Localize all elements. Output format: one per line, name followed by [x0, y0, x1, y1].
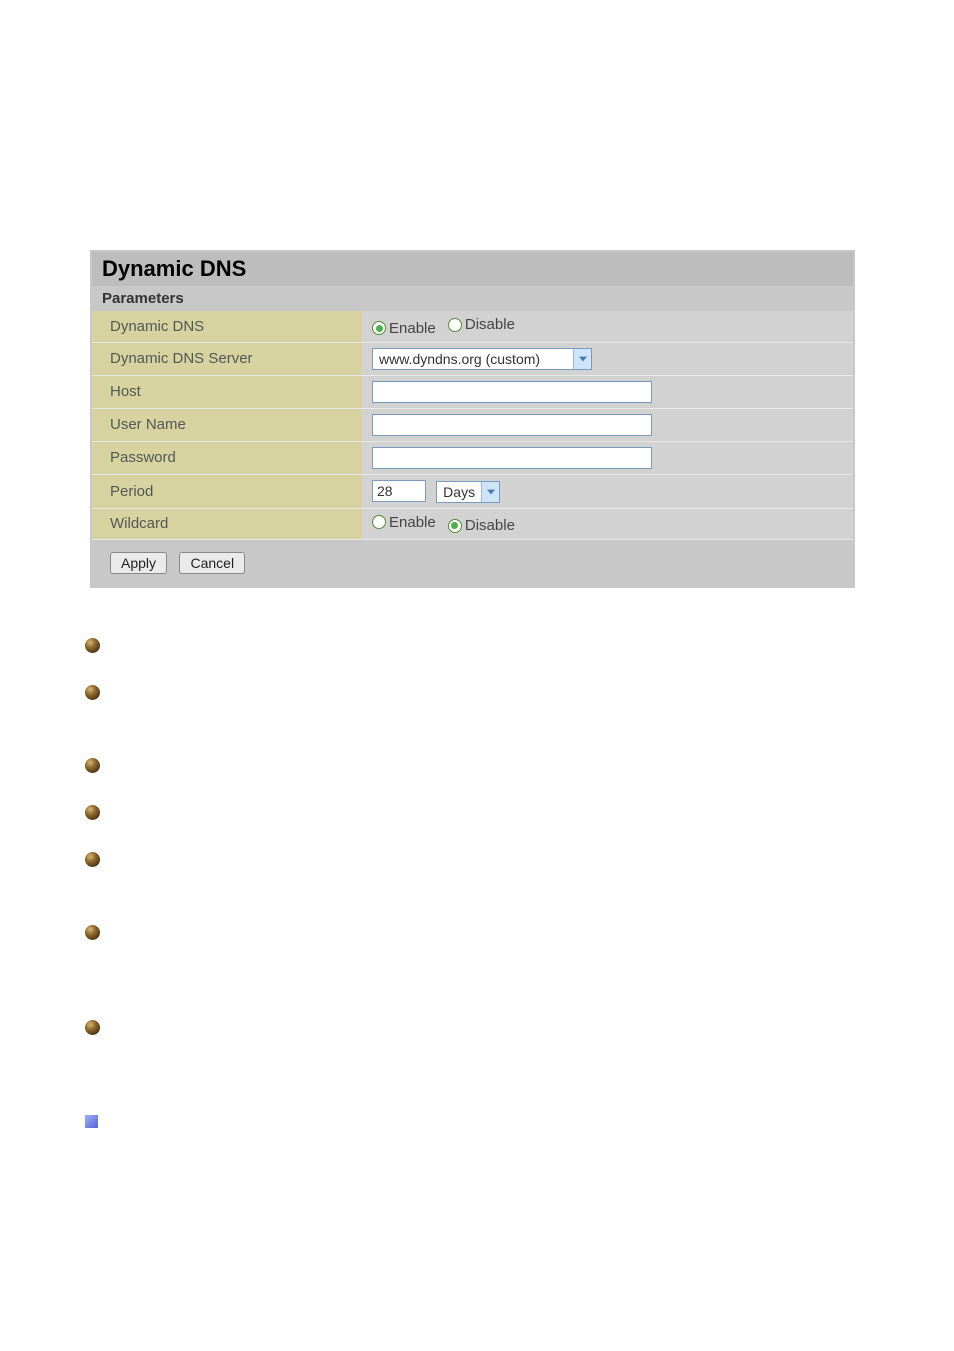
dyndns-enable-radio[interactable]: Enable	[372, 320, 436, 337]
dyndns-label: Dynamic DNS	[92, 311, 362, 342]
button-row: Apply Cancel	[92, 540, 853, 586]
password-value-cell	[362, 441, 853, 474]
dyndns-disable-label: Disable	[465, 316, 515, 333]
dynamic-dns-panel: Dynamic DNS Parameters Dynamic DNS Enabl…	[90, 250, 855, 588]
bullet-icon	[85, 758, 100, 773]
dyndns-enable-label: Enable	[389, 320, 436, 337]
radio-icon	[448, 519, 462, 533]
period-input[interactable]	[372, 480, 426, 502]
wildcard-disable-label: Disable	[465, 517, 515, 534]
host-value-cell	[362, 375, 853, 408]
server-label: Dynamic DNS Server	[92, 342, 362, 375]
dyndns-value-cell: Enable Disable	[362, 311, 853, 342]
wildcard-value-cell: Enable Disable	[362, 508, 853, 540]
parameters-table: Dynamic DNS Enable Disable Dynamic DNS S…	[92, 311, 853, 540]
username-value-cell	[362, 408, 853, 441]
period-label: Period	[92, 474, 362, 508]
period-unit-value: Days	[437, 484, 481, 500]
parameters-subheader: Parameters	[92, 286, 853, 311]
bullet-icon	[85, 805, 100, 820]
radio-icon	[372, 515, 386, 529]
square-bullet-icon	[85, 1115, 98, 1128]
period-unit-select[interactable]: Days	[436, 481, 500, 503]
password-input[interactable]	[372, 447, 652, 469]
bullet-icon	[85, 852, 100, 867]
bullet-icon	[85, 925, 100, 940]
server-select-value: www.dyndns.org (custom)	[373, 351, 573, 367]
period-value-cell: Days	[362, 474, 853, 508]
cancel-button[interactable]: Cancel	[179, 552, 245, 574]
radio-icon	[448, 318, 462, 332]
apply-button[interactable]: Apply	[110, 552, 167, 574]
bullet-icon	[85, 1020, 100, 1035]
username-input[interactable]	[372, 414, 652, 436]
bullet-list	[85, 638, 954, 1128]
bullet-icon	[85, 638, 100, 653]
password-label: Password	[92, 441, 362, 474]
host-input[interactable]	[372, 381, 652, 403]
wildcard-disable-radio[interactable]: Disable	[448, 517, 515, 534]
dyndns-disable-radio[interactable]: Disable	[448, 316, 515, 333]
bullet-icon	[85, 685, 100, 700]
chevron-down-icon	[573, 349, 591, 369]
username-label: User Name	[92, 408, 362, 441]
panel-title: Dynamic DNS	[92, 252, 853, 286]
chevron-down-icon	[481, 482, 499, 502]
wildcard-enable-label: Enable	[389, 514, 436, 531]
host-label: Host	[92, 375, 362, 408]
wildcard-enable-radio[interactable]: Enable	[372, 514, 436, 531]
server-value-cell: www.dyndns.org (custom)	[362, 342, 853, 375]
wildcard-label: Wildcard	[92, 508, 362, 540]
server-select[interactable]: www.dyndns.org (custom)	[372, 348, 592, 370]
radio-icon	[372, 321, 386, 335]
